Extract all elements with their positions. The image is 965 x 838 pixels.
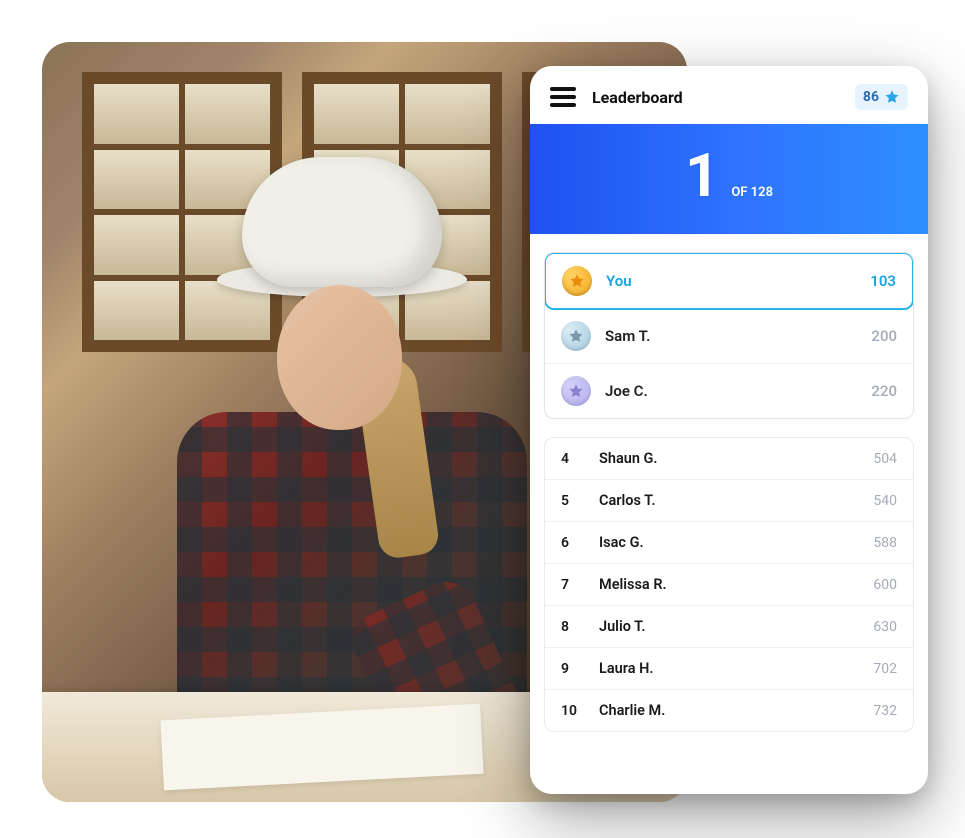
player-score: 702 xyxy=(873,661,897,677)
players-list: 4 Shaun G. 504 5 Carlos T. 540 6 Isac G.… xyxy=(544,437,914,732)
player-name: You xyxy=(606,272,856,290)
player-score: 600 xyxy=(873,577,897,593)
player-rank: 10 xyxy=(561,703,581,719)
list-item[interactable]: 9 Laura H. 702 xyxy=(545,648,913,690)
player-rank: 8 xyxy=(561,619,581,635)
points-value: 86 xyxy=(863,89,879,105)
bronze-medal-icon xyxy=(561,376,591,406)
player-score: 540 xyxy=(873,493,897,509)
player-name: Charlie M. xyxy=(599,702,855,719)
list-item[interactable]: Joe C. 220 xyxy=(545,364,913,418)
list-item[interactable]: 4 Shaun G. 504 xyxy=(545,438,913,480)
list-item[interactable]: 7 Melissa R. 600 xyxy=(545,564,913,606)
points-badge[interactable]: 86 xyxy=(855,84,908,110)
rank-total: OF 128 xyxy=(731,185,773,200)
list-item[interactable]: You 103 xyxy=(544,252,914,310)
player-name: Laura H. xyxy=(599,660,855,677)
top-players-list: You 103 Sam T. 200 Joe C. 220 xyxy=(544,252,914,419)
star-icon xyxy=(884,89,900,105)
list-item[interactable]: 6 Isac G. 588 xyxy=(545,522,913,564)
list-item[interactable]: 5 Carlos T. 540 xyxy=(545,480,913,522)
player-score: 630 xyxy=(873,619,897,635)
list-item[interactable]: 10 Charlie M. 732 xyxy=(545,690,913,731)
player-name: Joe C. xyxy=(605,382,857,400)
player-rank: 7 xyxy=(561,577,581,593)
leaderboard-app: Leaderboard 86 1 OF 128 You 103 xyxy=(530,66,928,794)
app-header: Leaderboard 86 xyxy=(530,66,928,124)
player-score: 103 xyxy=(870,272,896,290)
player-score: 200 xyxy=(871,327,897,345)
rank-banner: 1 OF 128 xyxy=(530,124,928,234)
rank-position: 1 xyxy=(685,146,719,206)
list-item[interactable]: 8 Julio T. 630 xyxy=(545,606,913,648)
silver-medal-icon xyxy=(561,321,591,351)
player-rank: 9 xyxy=(561,661,581,677)
list-item[interactable]: Sam T. 200 xyxy=(545,309,913,364)
player-name: Julio T. xyxy=(599,618,855,635)
player-rank: 6 xyxy=(561,535,581,551)
person-illustration xyxy=(122,157,542,757)
player-score: 504 xyxy=(873,451,897,467)
page-title: Leaderboard xyxy=(592,88,839,107)
gold-medal-icon xyxy=(562,266,592,296)
player-name: Carlos T. xyxy=(599,492,855,509)
player-name: Melissa R. xyxy=(599,576,855,593)
player-score: 588 xyxy=(873,535,897,551)
player-name: Sam T. xyxy=(605,327,857,345)
menu-icon[interactable] xyxy=(550,87,576,107)
player-name: Isac G. xyxy=(599,534,855,551)
player-rank: 4 xyxy=(561,451,581,467)
player-name: Shaun G. xyxy=(599,450,855,467)
player-score: 220 xyxy=(871,382,897,400)
player-score: 732 xyxy=(873,703,897,719)
player-rank: 5 xyxy=(561,493,581,509)
